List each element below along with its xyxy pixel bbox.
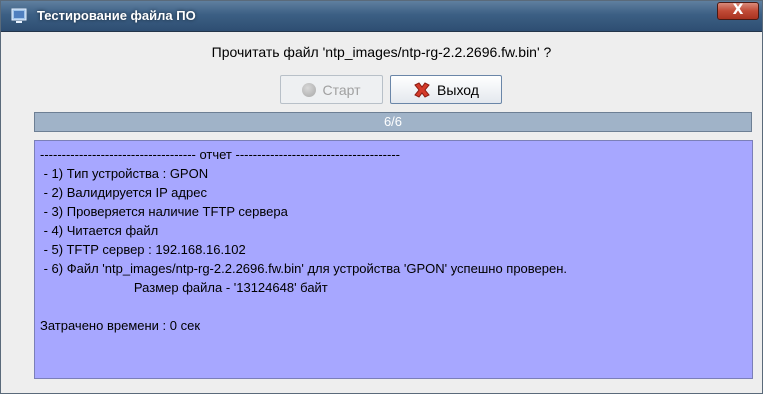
exit-icon — [414, 81, 430, 98]
start-button-label: Старт — [322, 81, 361, 98]
report-line: - 4) Читается файл — [40, 223, 159, 238]
start-button[interactable]: Старт — [280, 75, 383, 104]
window-title: Тестирование файла ПО — [37, 8, 196, 23]
start-icon — [302, 82, 317, 97]
report-line: Размер файла - '13124648' байт — [40, 280, 328, 295]
exit-button[interactable]: Выход — [390, 75, 502, 104]
dialog-content: Прочитать файл 'ntp_images/ntp-rg-2.2.26… — [1, 32, 762, 393]
report-line: - 2) Валидируется IP адрес — [40, 185, 207, 200]
report-line: ------------------------------------ отч… — [40, 147, 401, 162]
progress-text: 6/6 — [383, 114, 403, 129]
exit-button-label: Выход — [437, 81, 479, 98]
report-line: - 3) Проверяется наличие TFTP сервера — [40, 204, 288, 219]
app-icon — [11, 8, 27, 23]
close-icon[interactable]: X — [717, 2, 759, 20]
report-line: Затрачено времени : 0 сек — [40, 318, 201, 333]
dialog-window: Тестирование файла ПО X Прочитать файл '… — [0, 0, 763, 394]
report-line: - 6) Файл 'ntp_images/ntp-rg-2.2.2696.fw… — [40, 261, 568, 276]
title-bar[interactable]: Тестирование файла ПО X — [1, 1, 762, 32]
report-line: - 1) Тип устройства : GPON — [40, 166, 209, 181]
prompt-text: Прочитать файл 'ntp_images/ntp-rg-2.2.26… — [211, 44, 552, 60]
report-area[interactable]: ------------------------------------ отч… — [34, 140, 753, 379]
progress-bar: 6/6 — [34, 112, 752, 132]
report-line — [40, 297, 747, 316]
report-line: - 5) TFTP сервер : 192.168.16.102 — [40, 242, 246, 257]
